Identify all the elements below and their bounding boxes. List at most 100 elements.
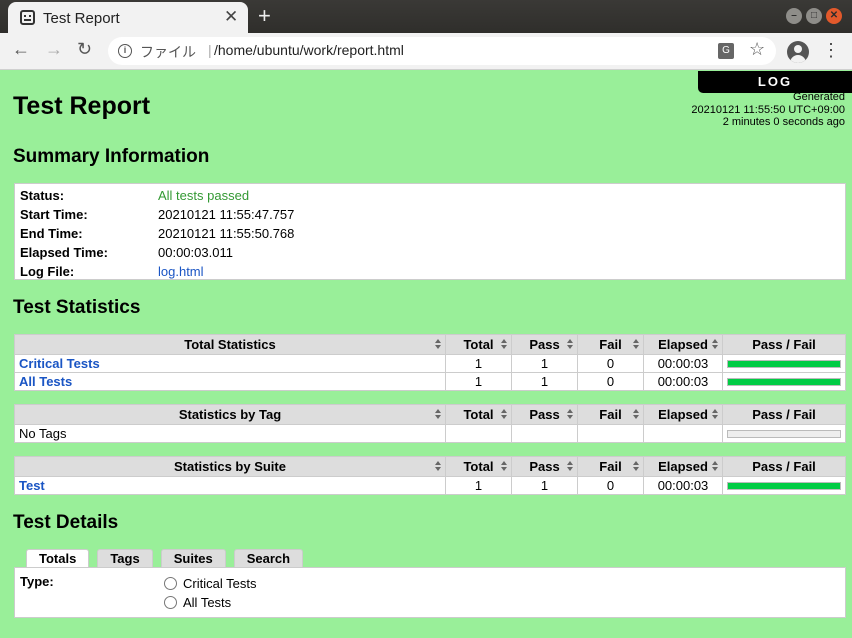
type-label: Type: [20, 574, 54, 589]
stats-header-col[interactable]: Fail [577, 404, 644, 425]
sort-arrows-icon[interactable] [567, 339, 573, 351]
summary-table: Status: All tests passed Start Time: 202… [14, 183, 846, 280]
sort-arrows-icon[interactable] [567, 461, 573, 473]
back-arrow-icon[interactable]: ← [12, 39, 30, 60]
stats-header-name[interactable]: Statistics by Suite [14, 456, 446, 477]
log-button[interactable]: LOG [698, 71, 852, 93]
stat-name-link[interactable]: All Tests [19, 374, 72, 389]
robot-favicon-icon [20, 10, 35, 25]
stats-row: Critical Tests 1 1 0 00:00:03 [14, 354, 846, 373]
sort-arrows-icon[interactable] [501, 409, 507, 421]
generated-info: Generated 20210121 11:55:50 UTC+09:00 2 … [691, 91, 845, 129]
generated-ago: 2 minutes 0 seconds ago [722, 116, 845, 128]
summary-key: Elapsed Time: [20, 245, 108, 260]
stats-header-col[interactable]: Total [445, 456, 512, 477]
forward-arrow-icon[interactable]: → [45, 39, 63, 60]
stat-pass [511, 424, 578, 443]
pass-bar-fill [728, 360, 840, 367]
stats-header-col[interactable]: Pass [511, 456, 578, 477]
stats-header-col[interactable]: Elapsed [643, 456, 723, 477]
sort-arrows-icon[interactable] [633, 339, 639, 351]
new-tab-icon[interactable]: + [258, 3, 271, 29]
tab-totals[interactable]: Totals [26, 549, 90, 568]
stat-elapsed: 00:00:03 [643, 476, 723, 495]
stat-fail: 0 [577, 354, 644, 373]
stats-header-col[interactable]: Total [445, 404, 512, 425]
summary-row-elapsed: Elapsed Time: 00:00:03.011 [20, 243, 840, 262]
details-tabs: Totals Tags Suites Search [26, 549, 304, 568]
sort-arrows-icon[interactable] [501, 461, 507, 473]
stat-name-link[interactable]: Test [19, 478, 45, 493]
stats-row: No Tags [14, 424, 846, 443]
option-critical-tests[interactable]: Critical Tests [164, 576, 256, 591]
stats-header-name[interactable]: Statistics by Tag [14, 404, 446, 425]
generated-label: Generated [793, 91, 845, 103]
stat-fail [577, 424, 644, 443]
log-file-link[interactable]: log.html [158, 264, 204, 279]
radio-button[interactable] [164, 596, 177, 609]
details-panel: Type: Critical Tests All Tests [14, 567, 846, 618]
reload-icon[interactable]: ↻ [77, 39, 92, 60]
stats-header-name[interactable]: Total Statistics [14, 334, 446, 355]
stats-header-col[interactable]: Elapsed [643, 334, 723, 355]
stats-header-col[interactable]: Pass [511, 404, 578, 425]
sort-arrows-icon[interactable] [435, 461, 441, 473]
sort-arrows-icon[interactable] [501, 339, 507, 351]
radio-button[interactable] [164, 577, 177, 590]
tab-suites[interactable]: Suites [160, 549, 226, 567]
stat-pass: 1 [511, 476, 578, 495]
address-bar[interactable]: i ファイル | /home/ubuntu/work/report.html G… [108, 37, 776, 65]
summary-row-logfile: Log File: log.html [20, 262, 840, 281]
sort-arrows-icon[interactable] [633, 461, 639, 473]
tab-search[interactable]: Search [233, 549, 304, 567]
stats-header-col: Pass / Fail [722, 456, 846, 477]
sort-arrows-icon[interactable] [567, 409, 573, 421]
stats-header-col[interactable]: Total [445, 334, 512, 355]
sort-arrows-icon[interactable] [712, 409, 718, 421]
stat-name-link[interactable]: Critical Tests [19, 356, 100, 371]
option-all-tests[interactable]: All Tests [164, 595, 231, 610]
stats-header-col[interactable]: Pass [511, 334, 578, 355]
minimize-icon[interactable]: – [786, 8, 802, 24]
profile-avatar-icon[interactable] [787, 41, 809, 63]
stats-header-col[interactable]: Fail [577, 456, 644, 477]
start-time-value: 20210121 11:55:47.757 [158, 207, 295, 222]
browser-tabbar: Test Report ✕ + – □ ✕ [0, 0, 852, 33]
maximize-icon[interactable]: □ [806, 8, 822, 24]
summary-row-end: End Time: 20210121 11:55:50.768 [20, 224, 840, 243]
url-separator: | [208, 42, 212, 58]
details-heading: Test Details [13, 512, 119, 533]
tab-title: Test Report [43, 10, 120, 27]
pass-fail-bar [727, 359, 841, 368]
sort-arrows-icon[interactable] [435, 339, 441, 351]
status-value: All tests passed [158, 188, 250, 203]
stats-row: All Tests 1 1 0 00:00:03 [14, 372, 846, 391]
sort-arrows-icon[interactable] [435, 409, 441, 421]
suite-statistics-table: Statistics by Suite Total Pass Fail Elapsed P… [14, 456, 846, 495]
summary-heading: Summary Information [13, 146, 210, 167]
sort-arrows-icon[interactable] [712, 339, 718, 351]
tab-tags[interactable]: Tags [97, 549, 153, 567]
pass-fail-graph [722, 476, 846, 495]
url-text[interactable]: /home/ubuntu/work/report.html [214, 42, 404, 58]
browser-toolbar: ← → ↻ i ファイル | /home/ubuntu/work/report.… [0, 33, 852, 70]
translate-icon[interactable]: G [718, 43, 734, 59]
browser-menu-icon[interactable]: ⋮ [822, 40, 840, 61]
summary-key: Log File: [20, 264, 75, 279]
pass-fail-graph [722, 372, 846, 391]
browser-tab[interactable]: Test Report ✕ [8, 2, 248, 33]
stat-fail: 0 [577, 372, 644, 391]
total-statistics-table: Total Statistics Total Pass Fail Elapsed Pass… [14, 334, 846, 391]
pass-bar-fill [728, 482, 840, 489]
bookmark-star-icon[interactable]: ☆ [749, 39, 765, 60]
sort-arrows-icon[interactable] [712, 461, 718, 473]
info-icon[interactable]: i [118, 44, 132, 58]
stats-header-col: Pass / Fail [722, 334, 846, 355]
stats-header-col[interactable]: Elapsed [643, 404, 723, 425]
stats-header-col: Pass / Fail [722, 404, 846, 425]
end-time-value: 20210121 11:55:50.768 [158, 226, 295, 241]
window-close-icon[interactable]: ✕ [826, 8, 842, 24]
tab-close-icon[interactable]: ✕ [224, 7, 238, 27]
sort-arrows-icon[interactable] [633, 409, 639, 421]
stats-header-col[interactable]: Fail [577, 334, 644, 355]
